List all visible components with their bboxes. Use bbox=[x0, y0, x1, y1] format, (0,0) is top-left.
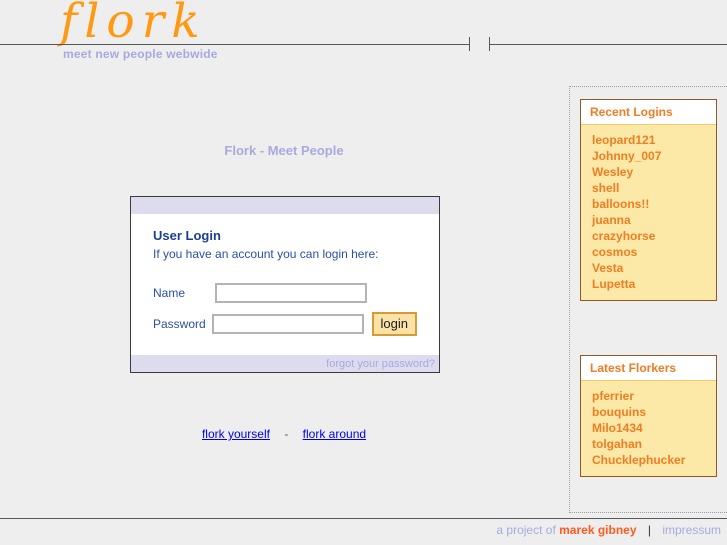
login-button[interactable]: login bbox=[371, 312, 417, 336]
footer-separator: | bbox=[647, 523, 651, 537]
bottom-links-separator: - bbox=[284, 427, 289, 441]
login-heading: User Login bbox=[153, 228, 221, 243]
list-item: cosmos bbox=[592, 244, 716, 260]
header-rule-left bbox=[0, 44, 469, 45]
user-link[interactable]: tolgahan bbox=[592, 437, 642, 451]
site-header: flork meet new people webwide bbox=[0, 0, 727, 70]
site-logo[interactable]: flork bbox=[60, 0, 207, 48]
panel-recent-logins-list: leopard121 Johnny_007 Wesley shell ballo… bbox=[581, 125, 716, 300]
panel-latest-florkers-title: Latest Florkers bbox=[581, 356, 716, 381]
list-item: Chucklephucker bbox=[592, 452, 716, 468]
user-link[interactable]: Milo1434 bbox=[592, 421, 643, 435]
name-row: Name bbox=[153, 283, 417, 303]
password-input[interactable] bbox=[211, 314, 364, 334]
user-link[interactable]: crazyhorse bbox=[592, 229, 655, 243]
login-subheading: If you have an account you can login her… bbox=[153, 247, 379, 261]
user-link[interactable]: Vesta bbox=[592, 261, 623, 275]
list-item: juanna bbox=[592, 212, 716, 228]
list-item: bouquins bbox=[592, 404, 716, 420]
login-box: User Login If you have an account you ca… bbox=[130, 196, 440, 373]
impressum-link[interactable]: impressum bbox=[662, 523, 721, 537]
user-link[interactable]: cosmos bbox=[592, 245, 637, 259]
panel-recent-logins: Recent Logins leopard121 Johnny_007 Wesl… bbox=[580, 99, 717, 301]
user-link[interactable]: bouquins bbox=[592, 405, 646, 419]
list-item: balloons!! bbox=[592, 196, 716, 212]
flork-around-link[interactable]: flork around bbox=[303, 427, 366, 441]
page-title: Flork - Meet People bbox=[224, 143, 344, 158]
user-link[interactable]: balloons!! bbox=[592, 197, 649, 211]
bottom-links: flork yourself - flork around bbox=[0, 427, 568, 441]
list-item: shell bbox=[592, 180, 716, 196]
user-link[interactable]: pferrier bbox=[592, 389, 634, 403]
panel-recent-logins-title: Recent Logins bbox=[581, 100, 716, 125]
sidebar: Recent Logins leopard121 Johnny_007 Wesl… bbox=[569, 86, 727, 513]
list-item: Johnny_007 bbox=[592, 148, 716, 164]
panel-latest-florkers: Latest Florkers pferrier bouquins Milo14… bbox=[580, 355, 717, 477]
login-box-footer: forgot your password? bbox=[131, 355, 439, 372]
panel-latest-florkers-list: pferrier bouquins Milo1434 tolgahan Chuc… bbox=[581, 381, 716, 476]
header-rule-right bbox=[489, 44, 727, 45]
list-item: crazyhorse bbox=[592, 228, 716, 244]
footer-rule bbox=[0, 518, 727, 519]
credit-name-link[interactable]: marek gibney bbox=[559, 523, 636, 537]
list-item: Wesley bbox=[592, 164, 716, 180]
list-item: leopard121 bbox=[592, 132, 716, 148]
user-link[interactable]: Lupetta bbox=[592, 277, 635, 291]
user-link[interactable]: Chucklephucker bbox=[592, 453, 685, 467]
login-box-titlebar bbox=[131, 197, 439, 214]
site-footer: a project of marek gibney | impressum bbox=[0, 523, 727, 537]
flork-yourself-link[interactable]: flork yourself bbox=[202, 427, 270, 441]
list-item: tolgahan bbox=[592, 436, 716, 452]
list-item: pferrier bbox=[592, 388, 716, 404]
list-item: Lupetta bbox=[592, 276, 716, 292]
user-link[interactable]: Wesley bbox=[592, 165, 633, 179]
name-label: Name bbox=[153, 286, 186, 300]
list-item: Vesta bbox=[592, 260, 716, 276]
user-link[interactable]: juanna bbox=[592, 213, 631, 227]
list-item: Milo1434 bbox=[592, 420, 716, 436]
user-link[interactable]: shell bbox=[592, 181, 619, 195]
header-rule-tick-left bbox=[469, 37, 470, 51]
user-link[interactable]: leopard121 bbox=[592, 133, 655, 147]
user-link[interactable]: Johnny_007 bbox=[592, 149, 661, 163]
forgot-password-link[interactable]: forgot your password? bbox=[326, 358, 435, 370]
login-box-body: User Login If you have an account you ca… bbox=[131, 214, 439, 355]
site-tagline: meet new people webwide bbox=[63, 47, 218, 61]
password-label: Password bbox=[153, 317, 206, 331]
name-input[interactable] bbox=[215, 283, 367, 303]
password-row: Password login bbox=[153, 312, 417, 336]
credit-prefix: a project of bbox=[496, 523, 556, 537]
